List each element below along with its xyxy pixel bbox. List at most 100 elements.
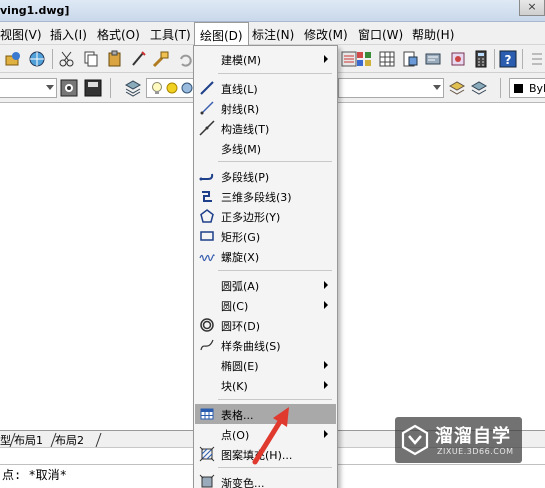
toolbar-separator bbox=[494, 49, 495, 69]
spline-icon bbox=[200, 339, 214, 351]
menu-item-helix[interactable]: 螺旋(X) bbox=[195, 246, 336, 266]
toolbar-separator bbox=[110, 78, 111, 98]
menu-modify[interactable]: 修改(M) bbox=[304, 26, 348, 43]
sheet-set-icon[interactable] bbox=[401, 50, 419, 68]
menu-item-block[interactable]: 块(K) bbox=[195, 375, 336, 395]
table-icon bbox=[200, 408, 214, 420]
menu-item-label: 圆(C) bbox=[221, 300, 249, 313]
submenu-arrow-icon bbox=[324, 361, 328, 369]
menu-help[interactable]: 帮助(H) bbox=[412, 26, 454, 43]
globe-icon[interactable] bbox=[28, 50, 46, 68]
ray-icon bbox=[200, 101, 214, 115]
color-combo[interactable] bbox=[338, 78, 444, 98]
color-wheel-icon bbox=[181, 82, 193, 94]
menu-item-label: 渐变色... bbox=[221, 477, 265, 488]
line-icon bbox=[200, 81, 214, 95]
submenu-arrow-icon bbox=[324, 281, 328, 289]
layer-previous-icon[interactable] bbox=[470, 79, 488, 97]
menu-item-arc[interactable]: 圆弧(A) bbox=[195, 275, 336, 295]
menu-item-ellipse[interactable]: 椭圆(E) bbox=[195, 355, 336, 375]
toolbar-separator bbox=[500, 78, 501, 98]
watermark-name: 溜溜自学 bbox=[435, 426, 511, 447]
menu-item-label: 块(K) bbox=[221, 380, 248, 393]
menu-item-modeling[interactable]: 建模(M) bbox=[195, 49, 336, 69]
calculator-icon[interactable] bbox=[472, 50, 490, 68]
menu-separator bbox=[218, 73, 332, 74]
polyline-icon bbox=[199, 173, 214, 181]
donut-icon bbox=[200, 318, 214, 332]
title-bar: ving1.dwg] × bbox=[0, 0, 545, 22]
design-center-icon[interactable] bbox=[355, 50, 373, 68]
menu-item-gradient[interactable]: 渐变色... bbox=[195, 472, 336, 488]
watermark-url: ZIXUE.3D66.COM bbox=[437, 447, 514, 456]
paste-icon[interactable] bbox=[106, 50, 124, 68]
toolbar-separator bbox=[52, 49, 53, 69]
menu-item-label: 直线(L) bbox=[221, 83, 258, 96]
menu-insert[interactable]: 插入(I) bbox=[50, 26, 87, 43]
menu-item-label: 螺旋(X) bbox=[221, 251, 260, 264]
menu-item-label: 多段线(P) bbox=[221, 171, 270, 184]
menu-item-donut[interactable]: 圆环(D) bbox=[195, 315, 336, 335]
menu-item-label: 圆弧(A) bbox=[221, 280, 260, 293]
menu-item-ray[interactable]: 射线(R) bbox=[195, 98, 336, 118]
menu-item-rectangle[interactable]: 矩形(G) bbox=[195, 226, 336, 246]
copy-icon[interactable] bbox=[82, 50, 100, 68]
menu-item-multiline[interactable]: 多线(M) bbox=[195, 138, 336, 158]
menu-format[interactable]: 格式(O) bbox=[97, 26, 140, 43]
help-icon[interactable]: ? bbox=[499, 50, 517, 68]
window-close-button[interactable]: × bbox=[519, 0, 545, 16]
layer-properties-icon[interactable] bbox=[124, 79, 142, 97]
color-swatch bbox=[514, 84, 523, 93]
make-layer-current-icon[interactable] bbox=[448, 79, 466, 97]
lineweight-combo[interactable]: ByL bbox=[509, 78, 545, 98]
markup-icon[interactable] bbox=[424, 50, 442, 68]
menu-item-label: 射线(R) bbox=[221, 103, 260, 116]
menu-item-label: 圆环(D) bbox=[221, 320, 261, 333]
menu-item-circle[interactable]: 圆(C) bbox=[195, 295, 336, 315]
menu-draw[interactable]: 绘图(D) bbox=[194, 22, 249, 45]
helix-icon bbox=[199, 254, 215, 262]
block-editor-icon[interactable] bbox=[152, 50, 170, 68]
save-workspace-icon[interactable] bbox=[84, 79, 102, 97]
menu-window[interactable]: 窗口(W) bbox=[358, 26, 403, 43]
menu-item-label: 建模(M) bbox=[221, 54, 262, 67]
menu-item-polygon[interactable]: 正多边形(Y) bbox=[195, 206, 336, 226]
menu-item-construction-line[interactable]: 构造线(T) bbox=[195, 118, 336, 138]
sun-icon bbox=[166, 82, 178, 94]
menu-item-label: 多线(M) bbox=[221, 143, 262, 156]
menu-tools[interactable]: 工具(T) bbox=[150, 26, 191, 43]
menu-view[interactable]: 视图(V) bbox=[0, 26, 42, 43]
tool-palettes-icon[interactable] bbox=[378, 50, 396, 68]
chevron-down-icon bbox=[46, 85, 54, 90]
menu-item-label: 构造线(T) bbox=[221, 123, 270, 136]
menu-separator bbox=[218, 270, 332, 271]
dbconnect-icon[interactable] bbox=[449, 50, 467, 68]
menu-item-polyline[interactable]: 多段线(P) bbox=[195, 166, 336, 186]
menu-item-label: 三维多段线(3) bbox=[221, 191, 292, 204]
publish-icon[interactable] bbox=[4, 50, 22, 68]
menu-item-spline[interactable]: 样条曲线(S) bbox=[195, 335, 336, 355]
workspace-settings-icon[interactable] bbox=[60, 79, 78, 97]
cut-icon[interactable] bbox=[58, 50, 76, 68]
layer-combo[interactable] bbox=[146, 78, 194, 98]
hatch-icon bbox=[199, 446, 215, 462]
menu-dimension[interactable]: 标注(N) bbox=[252, 26, 294, 43]
tab-dividers bbox=[9, 432, 102, 448]
undo-icon[interactable] bbox=[176, 50, 194, 68]
chevron-down-icon bbox=[433, 85, 441, 90]
lightbulb-icon bbox=[152, 82, 162, 94]
lineweight-value: ByL bbox=[529, 82, 545, 95]
svg-text:?: ? bbox=[505, 53, 512, 67]
match-properties-icon[interactable] bbox=[130, 50, 148, 68]
polygon-icon bbox=[200, 209, 214, 223]
submenu-arrow-icon bbox=[324, 430, 328, 438]
submenu-arrow-icon bbox=[324, 381, 328, 389]
submenu-arrow-icon bbox=[324, 55, 328, 63]
toolbar-grip-icon[interactable] bbox=[528, 50, 545, 68]
submenu-arrow-icon bbox=[324, 301, 328, 309]
menu-item-label: 椭圆(E) bbox=[221, 360, 259, 373]
workspace-combo[interactable] bbox=[0, 78, 57, 98]
menu-item-3d-polyline[interactable]: 三维多段线(3) bbox=[195, 186, 336, 206]
menu-item-label: 正多边形(Y) bbox=[221, 211, 281, 224]
menu-item-line[interactable]: 直线(L) bbox=[195, 78, 336, 98]
